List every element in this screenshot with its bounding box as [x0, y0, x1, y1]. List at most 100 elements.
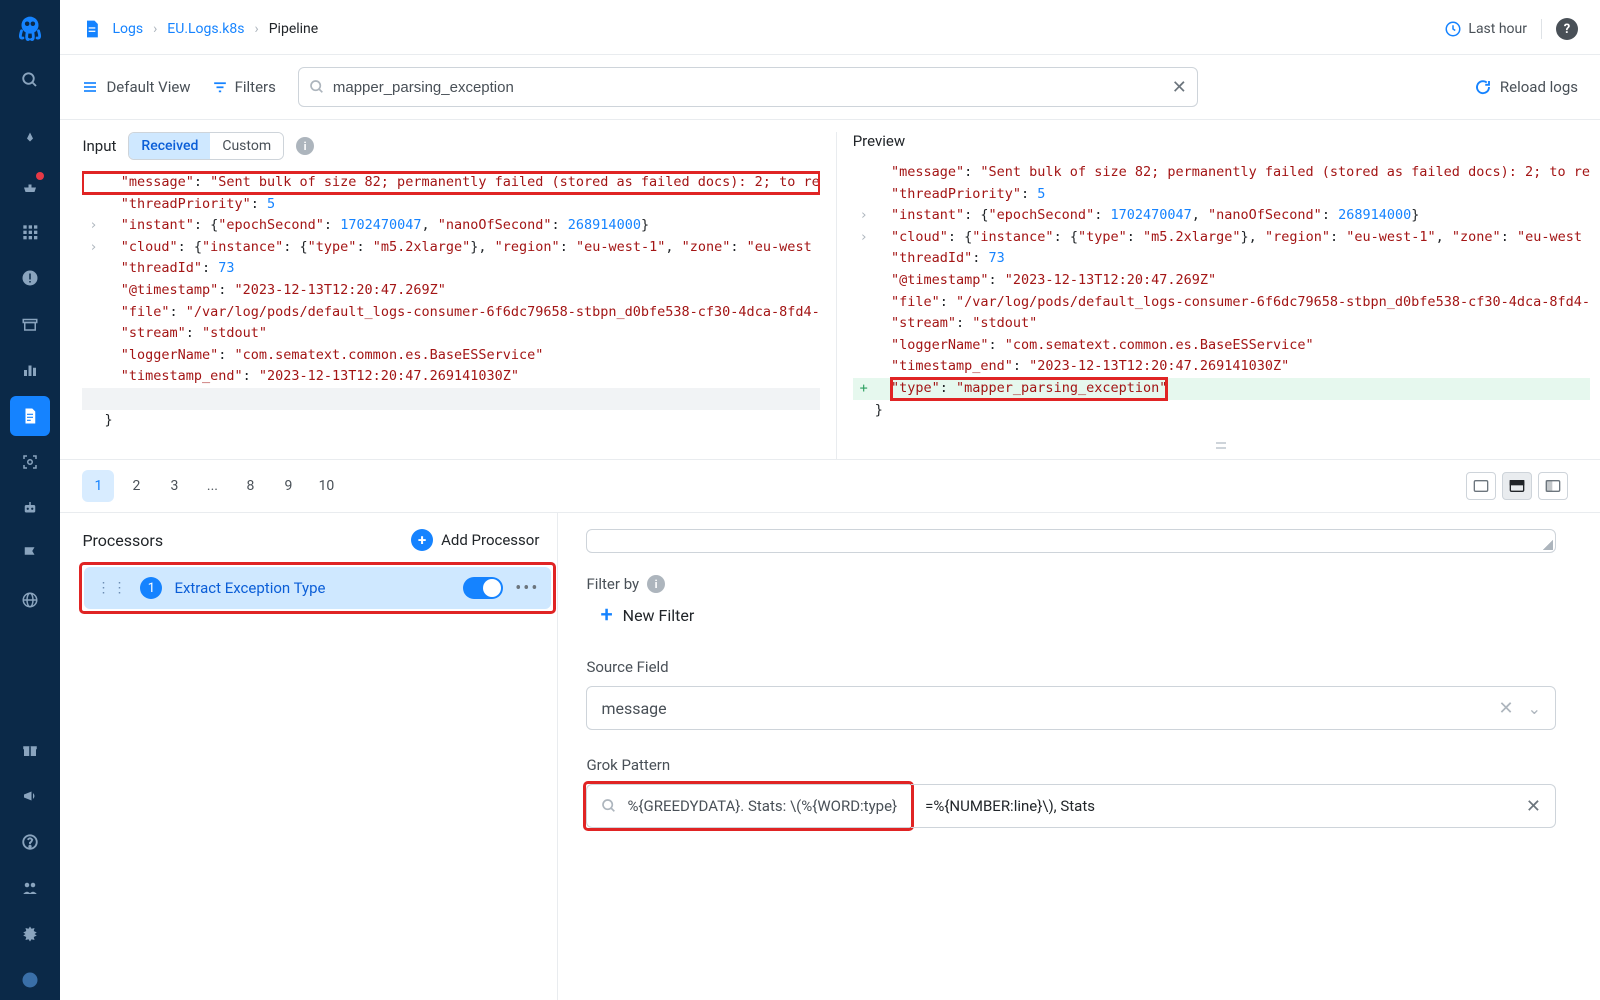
clear-search-icon[interactable]: ✕	[1172, 77, 1187, 98]
time-range-label: Last hour	[1468, 21, 1527, 37]
nav-flag-icon[interactable]	[10, 534, 50, 574]
expand-icon[interactable]: ›	[857, 227, 871, 249]
input-tabs: Received Custom	[128, 132, 284, 160]
filter-by-label: Filter by	[586, 575, 639, 593]
badge-dot	[36, 172, 44, 180]
search-icon	[309, 79, 325, 95]
breadcrumb-root[interactable]: Logs	[112, 21, 143, 37]
nav-gift-icon[interactable]	[10, 730, 50, 770]
plus-icon: +	[411, 529, 433, 551]
nav-chart-icon[interactable]	[10, 350, 50, 390]
page-1[interactable]: 1	[82, 470, 114, 502]
breadcrumb-sep: ›	[153, 21, 157, 37]
search-input[interactable]	[333, 79, 1172, 96]
layout-single[interactable]	[1466, 472, 1496, 500]
new-filter-label: New Filter	[623, 606, 695, 625]
code-row-new-type: + "type": "mapper_parsing_exception"	[853, 378, 1590, 400]
page-2[interactable]: 2	[120, 470, 152, 502]
processor-highlight: ⋮⋮ 1 Extract Exception Type •••	[82, 565, 553, 611]
tab-custom[interactable]: Custom	[210, 133, 283, 159]
expand-icon[interactable]: ›	[857, 205, 871, 227]
breadcrumb-sep: ›	[255, 21, 259, 37]
nav-team-icon[interactable]	[10, 868, 50, 908]
filter-icon	[213, 80, 227, 94]
nav-ship-icon[interactable]	[10, 166, 50, 206]
processors-title: Processors	[82, 531, 163, 550]
reload-icon	[1474, 78, 1492, 96]
processor-name: Extract Exception Type	[174, 579, 451, 597]
grok-label: Grok Pattern	[586, 756, 1556, 774]
processor-item[interactable]: ⋮⋮ 1 Extract Exception Type •••	[84, 567, 551, 609]
nav-megaphone-icon[interactable]	[10, 776, 50, 816]
default-view-button[interactable]: Default View	[82, 78, 190, 96]
nav-globe-icon[interactable]	[10, 580, 50, 620]
more-icon[interactable]: •••	[515, 578, 539, 599]
nav-search[interactable]	[10, 60, 50, 100]
expand-icon[interactable]: ›	[86, 237, 100, 259]
breadcrumb-app[interactable]: EU.Logs.k8s	[167, 21, 244, 37]
page-8[interactable]: 8	[234, 470, 266, 502]
toolbar: Default View Filters ✕ Reload logs	[60, 55, 1600, 120]
page-10[interactable]: 10	[310, 470, 342, 502]
processor-toggle[interactable]	[463, 577, 503, 599]
page-3[interactable]: 3	[158, 470, 190, 502]
new-filter-button[interactable]: + New Filter	[600, 603, 1556, 628]
left-nav	[0, 0, 60, 1000]
search-field[interactable]: ✕	[298, 67, 1198, 107]
page-9[interactable]: 9	[272, 470, 304, 502]
drag-handle-icon[interactable]: ⋮⋮	[96, 580, 128, 596]
clear-icon[interactable]: ✕	[1499, 698, 1514, 719]
search-icon	[601, 798, 617, 814]
grok-value-a: %{GREEDYDATA}. Stats: \(%{WORD:type}	[627, 797, 897, 815]
nav-help-icon[interactable]	[10, 822, 50, 862]
menu-icon	[82, 79, 98, 95]
doc-icon	[82, 19, 102, 39]
processor-number: 1	[140, 577, 162, 599]
nav-rocket-icon[interactable]	[10, 120, 50, 160]
logo	[12, 10, 48, 46]
code-row-message: "message": "Sent bulk of size 82; perman…	[82, 172, 819, 194]
nav-bottom-icon[interactable]	[10, 960, 50, 1000]
nav-logs-icon[interactable]	[10, 396, 50, 436]
grok-input-rest[interactable]: =%{NUMBER:line}\), Stats ✕	[911, 784, 1556, 828]
resize-handle[interactable]	[1216, 431, 1226, 459]
compare-panel: Input Received Custom i "message": "Sent…	[60, 120, 1600, 459]
breadcrumb-current: Pipeline	[269, 21, 319, 37]
default-view-label: Default View	[106, 78, 190, 96]
source-field-value: message	[601, 699, 666, 718]
nav-alert-icon[interactable]	[10, 258, 50, 298]
grok-input-highlighted[interactable]: %{GREEDYDATA}. Stats: \(%{WORD:type}	[586, 784, 911, 828]
help-icon[interactable]: ?	[1556, 18, 1578, 40]
clear-icon[interactable]: ✕	[1526, 796, 1541, 817]
source-field-select[interactable]: message ✕ ⌄	[586, 686, 1556, 730]
nav-bot-icon[interactable]	[10, 488, 50, 528]
tab-received[interactable]: Received	[129, 133, 210, 159]
textarea-stub[interactable]	[586, 529, 1556, 553]
source-field-label: Source Field	[586, 658, 1556, 676]
processors-column: Processors + Add Processor ⋮⋮ 1 Extract …	[60, 513, 558, 1000]
pager-row: 1 2 3 ... 8 9 10	[60, 459, 1600, 512]
filters-label: Filters	[235, 78, 276, 96]
time-range-picker[interactable]: Last hour	[1444, 20, 1527, 38]
config-column: Filter by i + New Filter Source Field me…	[558, 513, 1600, 1000]
nav-settings-icon[interactable]	[10, 914, 50, 954]
layout-split-h[interactable]	[1502, 472, 1532, 500]
layout-buttons	[1466, 472, 1578, 500]
topbar: Logs › EU.Logs.k8s › Pipeline Last hour …	[60, 0, 1600, 55]
layout-split-v[interactable]	[1538, 472, 1568, 500]
preview-title: Preview	[853, 132, 905, 150]
expand-icon[interactable]: ›	[86, 215, 100, 237]
bottom-panel: Processors + Add Processor ⋮⋮ 1 Extract …	[60, 512, 1600, 1000]
plus-icon: +	[600, 603, 612, 628]
info-icon[interactable]: i	[647, 575, 665, 593]
nav-scan-icon[interactable]	[10, 442, 50, 482]
divider	[1541, 19, 1542, 39]
reload-button[interactable]: Reload logs	[1474, 78, 1578, 96]
nav-archive-icon[interactable]	[10, 304, 50, 344]
grok-field-row: %{GREEDYDATA}. Stats: \(%{WORD:type} =%{…	[586, 784, 1556, 828]
filters-button[interactable]: Filters	[213, 78, 276, 96]
nav-grid-icon[interactable]	[10, 212, 50, 252]
info-icon[interactable]: i	[296, 137, 314, 155]
add-processor-button[interactable]: + Add Processor	[411, 529, 539, 551]
chevron-down-icon[interactable]: ⌄	[1528, 699, 1541, 718]
